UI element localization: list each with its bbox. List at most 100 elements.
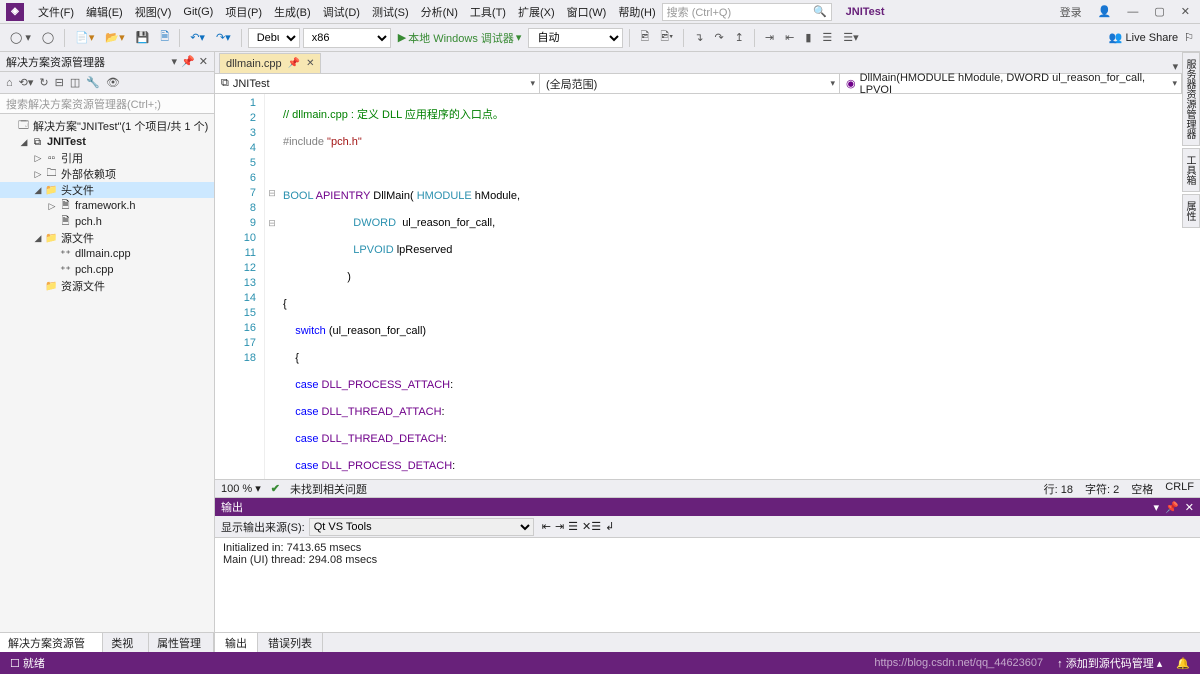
tab-output[interactable]: 输出 <box>215 633 258 652</box>
tab-error-list[interactable]: 错误列表 <box>258 633 323 652</box>
output-dropdown-icon[interactable]: ▾ <box>1154 501 1160 514</box>
app-status-bar: ☐ 就绪 https://blog.csdn.net/qq_44623607 ↑… <box>0 652 1200 674</box>
solution-node[interactable]: 🗔解决方案"JNITest"(1 个项目/共 1 个) <box>0 118 214 134</box>
menu-build[interactable]: 生成(B) <box>268 1 317 23</box>
project-node[interactable]: ◢⧉JNITest <box>0 134 214 150</box>
maximize-button[interactable]: ▢ <box>1150 3 1168 20</box>
add-source-control-button[interactable]: ↑ 添加到源代码管理 ▴ <box>1057 655 1162 671</box>
out-tb-2[interactable]: ⇥ <box>555 520 564 533</box>
open-file-button[interactable]: 📂▾ <box>101 29 128 46</box>
collapse-icon[interactable]: ⊟ <box>55 76 64 89</box>
out-clear-icon[interactable]: ✕☰ <box>582 520 601 533</box>
platform-combo[interactable]: x86 <box>303 28 391 48</box>
code-editor[interactable]: 123456789101112131415161718 ⊟⊟ // dllmai… <box>215 94 1200 479</box>
menu-tools[interactable]: 工具(T) <box>464 1 512 23</box>
menu-test[interactable]: 测试(S) <box>366 1 415 23</box>
menu-analyze[interactable]: 分析(N) <box>415 1 464 23</box>
refresh-icon[interactable]: ↻ <box>39 76 48 89</box>
save-button[interactable]: 💾 <box>132 29 154 46</box>
config-combo[interactable]: Debug <box>248 28 300 48</box>
code-content[interactable]: // dllmain.cpp : 定义 DLL 应用程序的入口点。 #inclu… <box>279 94 1200 479</box>
tb-icon-2[interactable]: 🖻▾ <box>656 26 677 49</box>
sidetab-server-explorer[interactable]: 服务器资源管理器 <box>1182 52 1200 146</box>
menu-help[interactable]: 帮助(H) <box>612 1 661 23</box>
menu-debug[interactable]: 调试(D) <box>317 1 366 23</box>
login-button[interactable]: 登录 <box>1056 2 1086 22</box>
external-deps-node[interactable]: ▷🗀外部依赖项 <box>0 166 214 182</box>
save-all-button[interactable]: 🗎 <box>156 26 173 49</box>
user-icon[interactable]: 👤 <box>1094 3 1116 20</box>
bookmark-icon[interactable]: ☰▾ <box>839 29 862 46</box>
tab-solution-explorer[interactable]: 解决方案资源管理器 <box>0 633 103 652</box>
line-numbers: 123456789101112131415161718 <box>215 94 265 479</box>
debug-mode-combo[interactable]: 自动 <box>528 28 623 48</box>
tab-close-icon[interactable]: ✕ <box>306 58 314 69</box>
out-tb-3[interactable]: ☰ <box>568 520 578 533</box>
global-search-input[interactable]: 搜索 (Ctrl+Q)🔍 <box>662 3 832 21</box>
status-ready: 就绪 <box>23 658 45 670</box>
nav-scope-combo[interactable]: (全局范围) <box>540 74 840 93</box>
menu-file[interactable]: 文件(F) <box>32 1 80 23</box>
zoom-combo[interactable]: 100 % ▾ <box>221 482 261 495</box>
nav-member-combo[interactable]: ◉ DllMain(HMODULE hModule, DWORD ul_reas… <box>840 74 1182 93</box>
headers-folder-node[interactable]: ◢📁头文件 <box>0 182 214 198</box>
output-source-combo[interactable]: Qt VS Tools <box>309 518 534 536</box>
nav-back-button[interactable]: ◯ ▾ <box>6 29 35 46</box>
step-into-icon[interactable]: ↴ <box>690 29 707 46</box>
close-button[interactable]: ✕ <box>1177 3 1194 20</box>
panel-pin-icon[interactable]: 📌 <box>181 55 195 68</box>
panel-close-icon[interactable]: ✕ <box>199 55 208 68</box>
tab-property-manager[interactable]: 属性管理器 <box>149 633 214 652</box>
step-over-icon[interactable]: ↷ <box>710 29 727 46</box>
output-content[interactable]: Initialized in: 7413.65 msecs Main (UI) … <box>215 538 1200 632</box>
minimize-button[interactable]: — <box>1123 4 1142 20</box>
home-icon[interactable]: ⌂ <box>6 77 13 89</box>
sync-icon[interactable]: ⟲▾ <box>19 76 34 89</box>
solution-explorer-title: 解决方案资源管理器 ▾📌✕ <box>0 52 214 72</box>
notifications-icon[interactable]: 🔔 <box>1176 657 1190 670</box>
solution-search-input[interactable]: 搜索解决方案资源管理器(Ctrl+;) <box>0 94 214 114</box>
tab-pin-icon[interactable]: 📌 <box>288 58 300 69</box>
show-all-icon[interactable]: ◫ <box>70 76 80 89</box>
output-pin-icon[interactable]: 📌 <box>1165 501 1179 514</box>
outdent-icon[interactable]: ⇤ <box>781 29 798 46</box>
framework-h-node[interactable]: ▷🗎framework.h <box>0 198 214 214</box>
out-wrap-icon[interactable]: ↲ <box>605 520 614 533</box>
tb-icon-1[interactable]: 🖻 <box>636 26 653 49</box>
fold-gutter[interactable]: ⊟⊟ <box>265 94 279 479</box>
uncomment-icon[interactable]: ☰ <box>818 29 836 46</box>
menu-project[interactable]: 项目(P) <box>219 1 268 23</box>
solution-explorer-toolbar: ⌂ ⟲▾ ↻ ⊟ ◫ 🔧 👁 <box>0 72 214 94</box>
tab-class-view[interactable]: 类视图 <box>103 633 149 652</box>
out-tb-1[interactable]: ⇤ <box>542 520 551 533</box>
menu-edit[interactable]: 编辑(E) <box>80 1 129 23</box>
preview-icon[interactable]: 👁 <box>106 76 120 89</box>
menu-window[interactable]: 窗口(W) <box>561 1 613 23</box>
comment-icon[interactable]: ▮ <box>801 29 815 46</box>
tab-dllmain-cpp[interactable]: dllmain.cpp 📌 ✕ <box>219 53 321 73</box>
menu-git[interactable]: Git(G) <box>177 3 219 21</box>
start-debug-button[interactable]: ▶ 本地 Windows 调试器 ▾ <box>394 28 526 48</box>
sidetab-properties[interactable]: 属性 <box>1182 194 1200 228</box>
sidetab-toolbox[interactable]: 工具箱 <box>1182 148 1200 192</box>
nav-project-combo[interactable]: ⧉ JNITest <box>215 74 540 93</box>
menu-view[interactable]: 视图(V) <box>129 1 178 23</box>
output-close-icon[interactable]: ✕ <box>1185 501 1194 514</box>
liveshare-button[interactable]: 👥 Live Share <box>1109 31 1178 44</box>
pch-h-node[interactable]: 🗎pch.h <box>0 214 214 230</box>
new-file-button[interactable]: 📄▾ <box>71 29 98 46</box>
step-out-icon[interactable]: ↥ <box>731 29 748 46</box>
panel-dropdown-icon[interactable]: ▾ <box>172 55 178 68</box>
redo-button[interactable]: ↷▾ <box>212 29 235 46</box>
dllmain-cpp-node[interactable]: ⁺⁺dllmain.cpp <box>0 246 214 262</box>
indent-icon[interactable]: ⇥ <box>761 29 778 46</box>
resources-folder-node[interactable]: 📁资源文件 <box>0 278 214 294</box>
undo-button[interactable]: ↶▾ <box>186 29 209 46</box>
sources-folder-node[interactable]: ◢📁源文件 <box>0 230 214 246</box>
menu-extensions[interactable]: 扩展(X) <box>512 1 561 23</box>
feedback-icon[interactable]: ⚐ <box>1184 31 1194 44</box>
properties-icon[interactable]: 🔧 <box>86 76 100 89</box>
nav-fwd-button[interactable]: ◯ <box>38 29 58 46</box>
pch-cpp-node[interactable]: ⁺⁺pch.cpp <box>0 262 214 278</box>
references-node[interactable]: ▷▫▫引用 <box>0 150 214 166</box>
